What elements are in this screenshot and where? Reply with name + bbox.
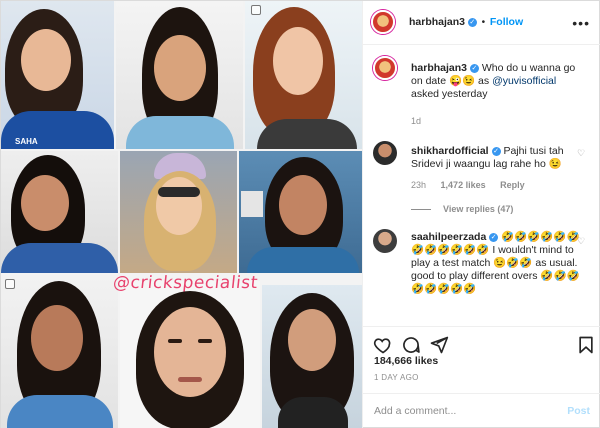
caption-emoji: 😜😉	[448, 75, 476, 87]
post-actions: 184,666 likes 1 DAY AGO	[363, 326, 600, 386]
comment-age: 23h	[411, 180, 427, 190]
header-separator: •	[481, 17, 486, 28]
comment-input[interactable]: Add a comment...	[374, 405, 456, 417]
avatar[interactable]	[373, 141, 397, 165]
verified-badge-icon: ✓	[467, 17, 477, 27]
watermark-text: @crickspecialist	[111, 273, 259, 293]
photo-tile: SAHA	[1, 1, 114, 149]
comment-like-heart-icon[interactable]: ♡	[577, 149, 586, 158]
post-timestamp[interactable]: 1 DAY AGO	[374, 373, 419, 382]
comment-like-heart-icon[interactable]: ♡	[577, 237, 586, 246]
verified-badge-icon: ✓	[469, 63, 479, 73]
heart-icon[interactable]	[373, 335, 393, 355]
post-image-collage[interactable]: SAHA @crickspecialist	[1, 1, 362, 428]
caption-mention-link[interactable]: @yuvisofficial	[492, 75, 556, 87]
view-replies-label: View replies (47)	[443, 204, 514, 214]
verified-badge-icon: ✓	[489, 232, 499, 242]
share-icon[interactable]	[429, 335, 449, 355]
caption-text-after: asked yesterday	[411, 88, 488, 100]
comments-section: harbhajan3 ✓ Who do u wanna go on date 😜…	[363, 46, 600, 326]
add-comment-bar: Add a comment... Post	[363, 393, 600, 428]
bookmark-icon[interactable]	[576, 335, 596, 355]
comment-meta: 23h 1,472 likes Reply	[411, 180, 537, 190]
caption-age: 1d	[411, 116, 422, 126]
avatar[interactable]	[371, 10, 395, 34]
more-options-icon[interactable]: •••	[572, 15, 590, 31]
comment-text: shikhardofficial ✓ Pajhi tusi tah Sridev…	[411, 145, 586, 171]
post-side-panel: harbhajan3 ✓ • Follow ••• harbhajan3 ✓ W…	[362, 1, 600, 428]
caption: harbhajan3 ✓ Who do u wanna go on date 😜…	[373, 56, 588, 136]
post-header: harbhajan3 ✓ • Follow •••	[363, 1, 600, 45]
comment-text: saahilpeerzada ✓ 🤣🤣🤣🤣🤣🤣🤣🤣🤣🤣🤣🤣 I wouldn't…	[411, 231, 586, 296]
instagram-post: SAHA @crickspecialist harbhajan3 ✓ • Fol…	[0, 0, 600, 428]
avatar[interactable]	[373, 56, 397, 80]
reply-button[interactable]: Reply	[500, 180, 525, 190]
photo-tile	[245, 1, 362, 149]
verified-badge-icon: ✓	[491, 146, 501, 156]
photo-tile	[116, 1, 243, 149]
view-replies-button[interactable]: View replies (47)	[411, 204, 513, 214]
comment-username[interactable]: saahilpeerzada	[411, 231, 486, 243]
collage-icon	[251, 5, 261, 15]
photo-tile	[1, 151, 118, 273]
avatar[interactable]	[373, 229, 397, 253]
comment-icon[interactable]	[401, 335, 421, 355]
caption-text-mid: as	[475, 75, 493, 87]
caption-username[interactable]: harbhajan3	[411, 62, 467, 74]
photo-tile	[262, 285, 362, 428]
caption-meta: 1d	[411, 116, 433, 126]
comment-likes[interactable]: 1,472 likes	[441, 180, 486, 190]
comment-item: saahilpeerzada ✓ 🤣🤣🤣🤣🤣🤣🤣🤣🤣🤣🤣🤣 I wouldn't…	[373, 229, 588, 326]
header-username[interactable]: harbhajan3	[409, 16, 465, 28]
photo-tile	[120, 151, 237, 273]
follow-button[interactable]: Follow	[490, 16, 523, 28]
comment-username[interactable]: shikhardofficial	[411, 145, 489, 157]
photo-tile	[239, 151, 362, 273]
caption-text: harbhajan3 ✓ Who do u wanna go on date 😜…	[411, 62, 586, 101]
photo-tile	[1, 275, 118, 428]
photo-tile	[120, 281, 260, 428]
likes-count[interactable]: 184,666 likes	[374, 355, 438, 367]
post-comment-button[interactable]: Post	[567, 405, 590, 417]
collage-icon	[5, 279, 15, 289]
